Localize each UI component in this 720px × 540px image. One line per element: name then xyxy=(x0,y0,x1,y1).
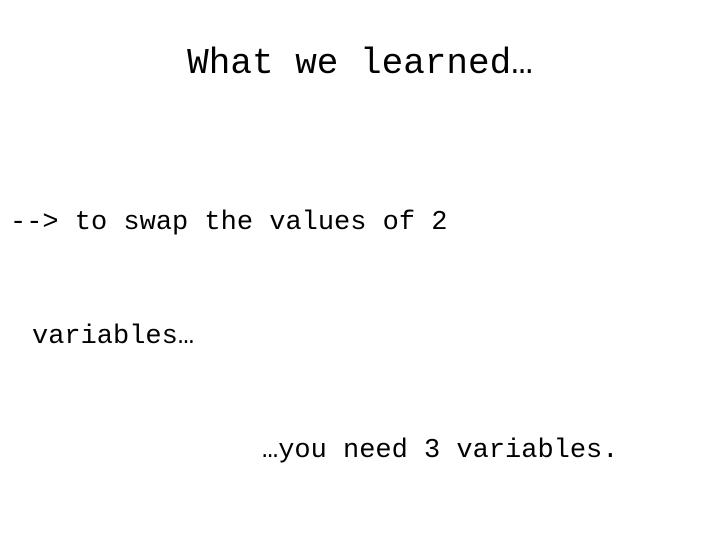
body-line-3: …you need 3 variables. xyxy=(262,436,619,466)
slide-canvas: What we learned… --> to swap the values … xyxy=(0,0,720,540)
page-title: What we learned… xyxy=(187,43,533,84)
body-line-2: variables… xyxy=(32,322,195,352)
body-line-1: --> to swap the values of 2 xyxy=(10,208,448,238)
slide-body: --> to swap the values of 2 variables… …… xyxy=(0,128,720,540)
